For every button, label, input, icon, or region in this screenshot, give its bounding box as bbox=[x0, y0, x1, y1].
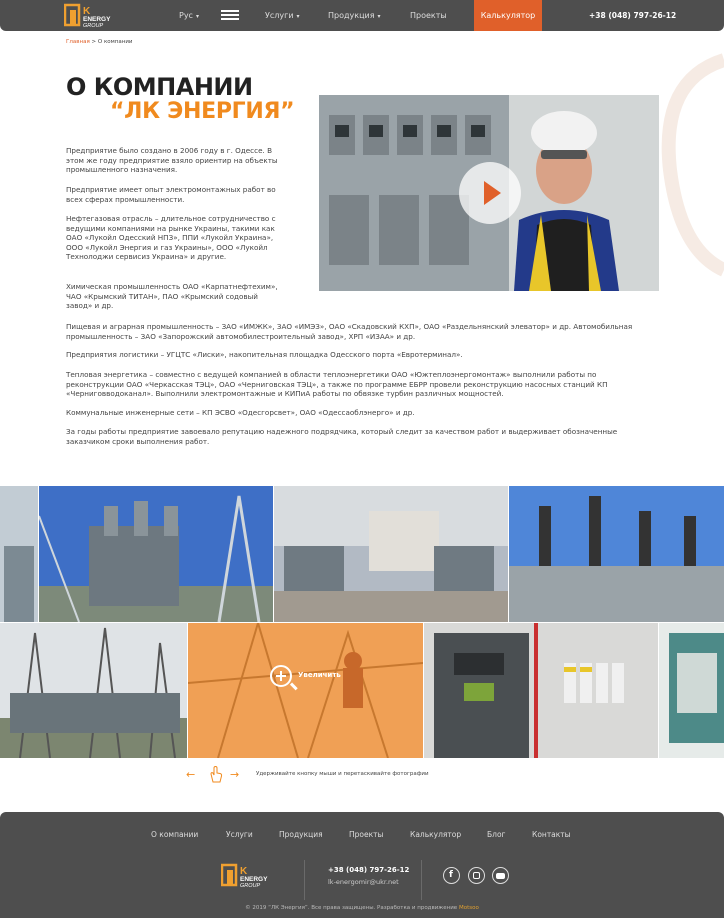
footer-nav-contacts[interactable]: Контакты bbox=[532, 830, 571, 839]
site-footer: О компании Услуги Продукция Проекты Каль… bbox=[0, 812, 724, 918]
experience-paragraph: Предприятие имеет опыт электромонтажных … bbox=[66, 185, 276, 204]
thermal-energy-paragraph: Тепловая энергетика – совместно с ведуще… bbox=[66, 370, 608, 399]
gallery-photo[interactable] bbox=[424, 623, 658, 758]
zoom-icon[interactable] bbox=[270, 665, 298, 690]
footer-email[interactable]: lk-energomir@ukr.net bbox=[328, 878, 399, 886]
company-logo[interactable]: K ENERGY GROUP bbox=[64, 2, 126, 29]
svg-text:GROUP: GROUP bbox=[83, 23, 104, 29]
youtube-icon[interactable] bbox=[492, 867, 509, 884]
instagram-icon[interactable] bbox=[468, 867, 485, 884]
footer-nav-blog[interactable]: Блог bbox=[487, 830, 505, 839]
gallery-photo[interactable] bbox=[509, 486, 724, 622]
footer-divider bbox=[421, 860, 422, 900]
photo-gallery[interactable]: Увеличить bbox=[0, 486, 724, 758]
facebook-icon[interactable]: f bbox=[443, 867, 460, 884]
menu-icon[interactable] bbox=[221, 10, 239, 20]
food-auto-paragraph: Пищевая и аграрная промышленность – ЗАО … bbox=[66, 322, 633, 341]
footer-nav-calculator[interactable]: Калькулятор bbox=[410, 830, 461, 839]
chevron-down-icon: ▾ bbox=[296, 13, 300, 20]
gallery-photo[interactable] bbox=[39, 486, 273, 622]
chemical-paragraph: Химическая промышленность ОАО «Карпатнеф… bbox=[66, 282, 278, 311]
page-title: О КОМПАНИИ bbox=[66, 73, 253, 101]
arrow-left-icon[interactable]: ← bbox=[186, 768, 195, 781]
logistics-paragraph: Предприятия логистики – УГЦТС «Лиски», н… bbox=[66, 350, 463, 359]
site-header: K ENERGY GROUP Рус ▾ Услуги ▾ Продукция ▾ П… bbox=[0, 0, 724, 31]
footer-nav-about[interactable]: О компании bbox=[151, 830, 198, 839]
svg-text:ENERGY: ENERGY bbox=[83, 16, 111, 23]
footer-divider bbox=[304, 860, 305, 900]
footer-phone[interactable]: +38 (048) 797-26-12 bbox=[328, 866, 409, 874]
company-video[interactable] bbox=[319, 95, 659, 291]
breadcrumb-separator: > bbox=[91, 39, 97, 45]
breadcrumb: Главная > О компании bbox=[66, 39, 133, 45]
gallery-drag-hint: ← → Удерживайте кнопку мыши и перетаскив… bbox=[186, 766, 486, 783]
gallery-photo[interactable] bbox=[0, 623, 187, 758]
breadcrumb-current: О компании bbox=[97, 39, 133, 45]
arrow-right-icon[interactable]: → bbox=[230, 768, 239, 781]
oil-gas-paragraph: Нефтегазовая отрасль – длительное сотруд… bbox=[66, 214, 276, 262]
gallery-photo-highlighted[interactable]: Увеличить bbox=[188, 623, 423, 758]
header-phone[interactable]: +38 (048) 797-26-12 bbox=[589, 0, 676, 31]
page: K ENERGY GROUP Рус ▾ Услуги ▾ Продукция ▾ П… bbox=[0, 0, 724, 918]
reputation-paragraph: За годы работы предприятие завоевало реп… bbox=[66, 427, 618, 446]
nav-calculator-button[interactable]: Калькулятор bbox=[474, 0, 542, 31]
nav-projects[interactable]: Проекты bbox=[410, 0, 447, 31]
breadcrumb-home-link[interactable]: Главная bbox=[66, 39, 90, 45]
chevron-down-icon: ▾ bbox=[195, 13, 199, 20]
hand-drag-icon bbox=[210, 766, 223, 783]
gallery-photo[interactable] bbox=[659, 623, 724, 758]
language-select[interactable]: Рус ▾ bbox=[179, 0, 199, 31]
page-subtitle: “ЛК ЭНЕРГИЯ” bbox=[110, 99, 295, 124]
gallery-photo[interactable] bbox=[0, 486, 38, 622]
play-button-icon[interactable] bbox=[459, 162, 521, 224]
gallery-photo[interactable] bbox=[274, 486, 508, 622]
utilities-paragraph: Коммунальные инженерные сети – КП ЭСВО «… bbox=[66, 408, 415, 417]
copyright-text: © 2019 “ЛК Энергия”. Все права защищены.… bbox=[245, 905, 458, 911]
developer-link[interactable]: Motsoo bbox=[459, 905, 479, 911]
footer-nav-services[interactable]: Услуги bbox=[226, 830, 253, 839]
footer-nav-products[interactable]: Продукция bbox=[279, 830, 323, 839]
drag-hint-text: Удерживайте кнопку мыши и перетаскивайте… bbox=[256, 771, 429, 777]
nav-products[interactable]: Продукция ▾ bbox=[328, 0, 381, 31]
nav-services[interactable]: Услуги ▾ bbox=[265, 0, 300, 31]
chevron-down-icon: ▾ bbox=[377, 13, 381, 20]
intro-paragraph: Предприятие было создано в 2006 году в г… bbox=[66, 146, 278, 175]
footer-nav-projects[interactable]: Проекты bbox=[349, 830, 383, 839]
svg-text:ENERGY: ENERGY bbox=[240, 876, 268, 883]
footer-logo[interactable]: K ENERGY GROUP bbox=[221, 862, 283, 889]
svg-text:GROUP: GROUP bbox=[240, 883, 261, 889]
footer-copyright: © 2019 “ЛК Энергия”. Все права защищены.… bbox=[0, 905, 724, 911]
zoom-label[interactable]: Увеличить bbox=[298, 671, 341, 679]
